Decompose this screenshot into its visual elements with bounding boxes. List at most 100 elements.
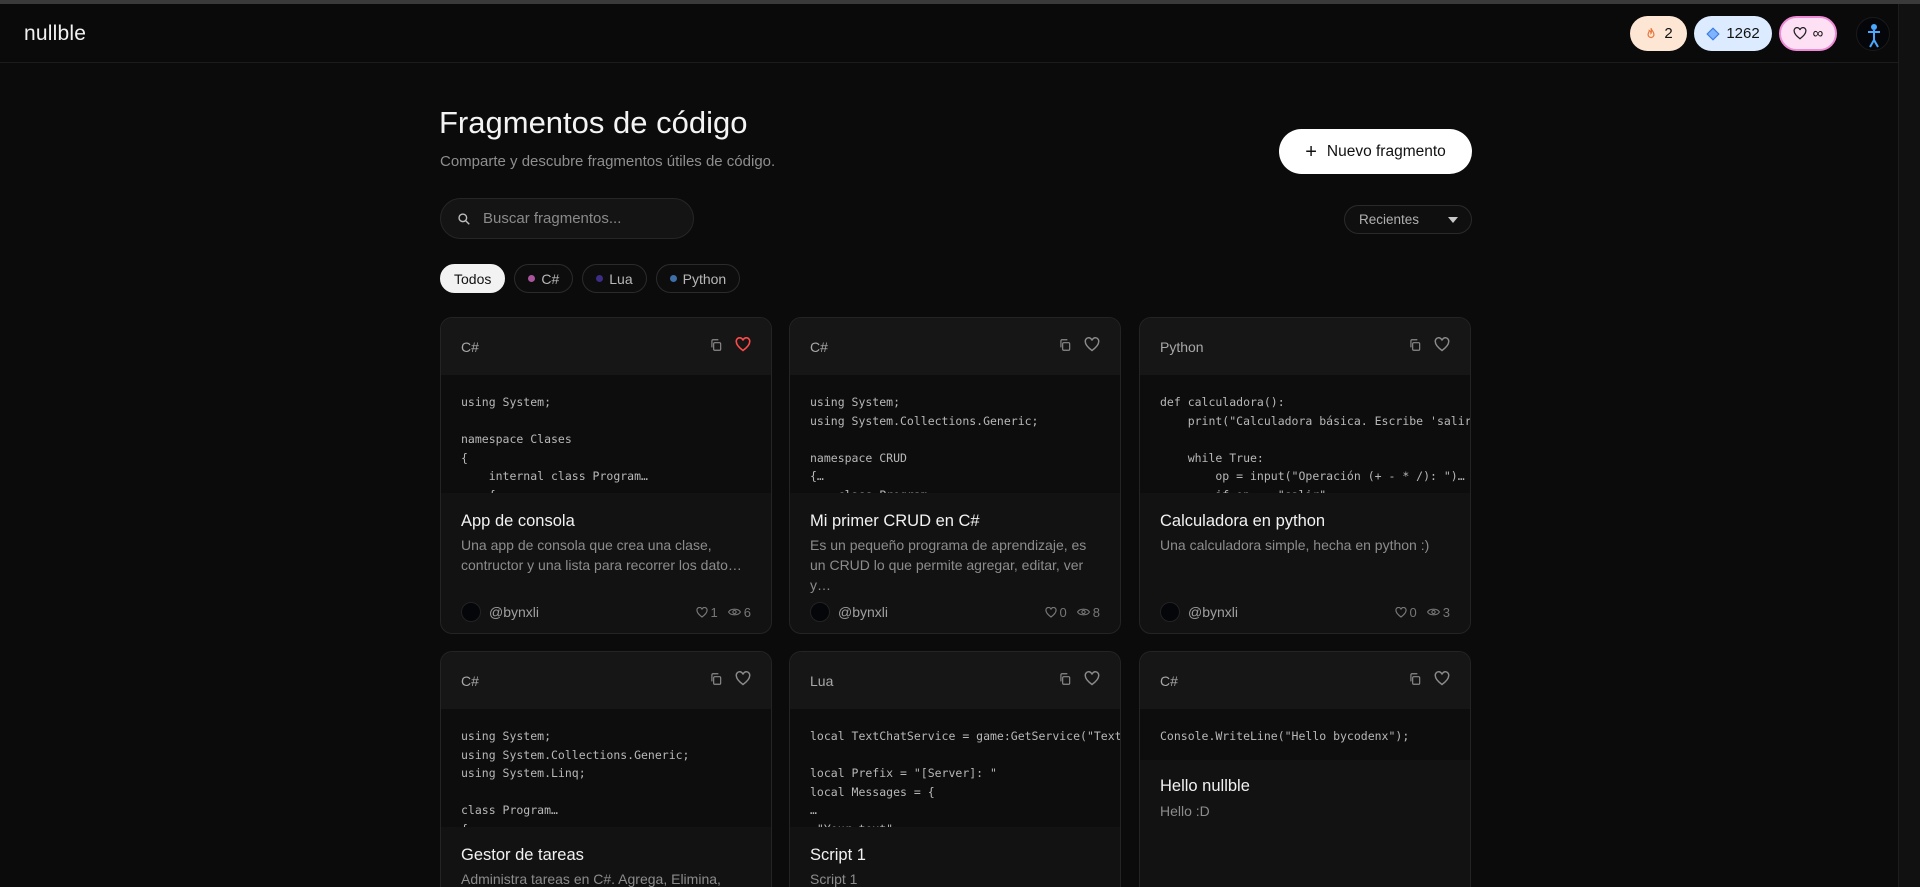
likes-count: 1	[710, 604, 718, 620]
snippet-card[interactable]: Lua local TextChatService = game:GetServ…	[789, 651, 1121, 887]
author-avatar[interactable]	[461, 602, 481, 622]
copy-icon[interactable]	[1058, 338, 1072, 352]
card-language: C#	[810, 338, 828, 355]
likes-count: 0	[1059, 604, 1067, 620]
language-filters: Todos C# Lua Python	[440, 264, 741, 293]
card-language: Python	[1160, 338, 1204, 355]
card-footer: @bynxli 0 3	[1160, 602, 1450, 622]
card-description: Script 1	[810, 871, 858, 887]
copy-icon[interactable]	[709, 338, 723, 352]
like-heart-icon[interactable]	[735, 671, 751, 686]
card-header: C#	[441, 318, 771, 375]
language-dot-icon	[528, 275, 536, 282]
search-input[interactable]	[483, 210, 673, 227]
new-snippet-button[interactable]: + Nuevo fragmento	[1279, 129, 1472, 174]
card-description: Una calculadora simple, hecha en python …	[1160, 537, 1430, 553]
views-count: 6	[743, 604, 751, 620]
user-avatar[interactable]	[1856, 17, 1890, 51]
heart-outline-icon	[695, 606, 708, 618]
app-logo[interactable]: nullble	[24, 22, 86, 46]
language-dot-icon	[596, 275, 604, 282]
card-description: Administra tareas en C#. Agrega, Elimina…	[461, 871, 721, 887]
like-heart-icon[interactable]	[1084, 671, 1100, 686]
heart-outline-icon	[1044, 606, 1057, 618]
hearts-badge[interactable]: ∞	[1779, 16, 1837, 51]
filter-label: Todos	[454, 270, 492, 287]
gems-badge[interactable]: 1262	[1694, 16, 1772, 51]
author-avatar[interactable]	[810, 602, 830, 622]
eye-icon	[1076, 608, 1090, 616]
page-subtitle: Comparte y descubre fragmentos útiles de…	[440, 153, 776, 170]
card-header: C#	[790, 318, 1120, 375]
copy-icon[interactable]	[1408, 672, 1422, 686]
streak-count: 2	[1664, 25, 1673, 42]
copy-icon[interactable]	[1058, 672, 1072, 686]
like-heart-icon[interactable]	[1434, 671, 1450, 686]
gems-count: 1262	[1726, 25, 1760, 42]
card-title: Mi primer CRUD en C#	[810, 512, 980, 530]
filter-python[interactable]: Python	[655, 264, 741, 293]
card-language: C#	[1160, 672, 1178, 689]
language-dot-icon	[669, 275, 677, 282]
author-handle[interactable]: @bynxli	[838, 604, 888, 620]
search-icon	[458, 212, 470, 225]
author-handle[interactable]: @bynxli	[1188, 604, 1238, 620]
filter-label: Lua	[609, 270, 633, 287]
code-preview: using System; using System.Collections.G…	[441, 709, 771, 827]
search-box[interactable]	[440, 198, 694, 239]
author-avatar[interactable]	[1160, 602, 1180, 622]
card-title: Calculadora en python	[1160, 512, 1326, 530]
top-navbar: nullble 2 1262 ∞	[0, 4, 1898, 63]
views-count: 8	[1092, 604, 1100, 620]
card-header: Python	[1140, 318, 1470, 375]
hearts-count: ∞	[1812, 25, 1824, 42]
filter-label: C#	[541, 270, 560, 287]
page-scrollbar[interactable]	[1898, 4, 1920, 887]
filter-lua[interactable]: Lua	[582, 264, 647, 293]
code-preview: local TextChatService = game:GetService(…	[790, 709, 1120, 827]
card-title: Gestor de tareas	[461, 846, 584, 864]
code-preview: using System; using System.Collections.G…	[790, 375, 1120, 493]
eye-icon	[727, 608, 741, 616]
heart-icon	[1793, 27, 1807, 40]
sort-selected: Recientes	[1359, 212, 1420, 227]
sort-select[interactable]: Recientes	[1344, 205, 1472, 234]
likes-count: 0	[1409, 604, 1417, 620]
snippet-card[interactable]: Python def calculadora(): print("Calcula…	[1139, 317, 1471, 634]
snippet-card[interactable]: C# using System; using System.Collection…	[440, 651, 772, 887]
snippet-card[interactable]: C# using System; namespace Clases { inte…	[440, 317, 772, 634]
card-language: C#	[461, 672, 479, 689]
streak-badge[interactable]: 2	[1630, 16, 1687, 51]
card-footer: @bynxli 0 8	[810, 602, 1100, 622]
avatar-figure-icon	[1868, 24, 1880, 48]
gem-icon	[1706, 26, 1720, 41]
filter-all[interactable]: Todos	[440, 264, 506, 293]
code-preview: using System; namespace Clases { interna…	[441, 375, 771, 493]
flame-icon	[1647, 27, 1655, 38]
code-preview: Console.WriteLine("Hello bycodenx");	[1140, 709, 1470, 760]
card-header: Lua	[790, 652, 1120, 709]
eye-icon	[1426, 608, 1440, 616]
snippet-card[interactable]: C# Console.WriteLine("Hello bycodenx"); …	[1139, 651, 1471, 887]
card-description: Hello :D	[1160, 803, 1210, 819]
like-heart-icon[interactable]	[1084, 337, 1100, 352]
filter-csharp[interactable]: C#	[514, 264, 574, 293]
snippet-card[interactable]: C# using System; using System.Collection…	[789, 317, 1121, 634]
copy-icon[interactable]	[1408, 338, 1422, 352]
views-count: 3	[1442, 604, 1450, 620]
card-title: App de consola	[461, 512, 575, 530]
plus-icon: +	[1305, 140, 1317, 163]
card-title: Script 1	[810, 846, 866, 864]
copy-icon[interactable]	[709, 672, 723, 686]
author-handle[interactable]: @bynxli	[489, 604, 539, 620]
card-footer: @bynxli 1 6	[461, 602, 751, 622]
heart-outline-icon	[1394, 606, 1407, 618]
page-title: Fragmentos de código	[439, 105, 748, 140]
code-preview: def calculadora(): print("Calculadora bá…	[1140, 375, 1470, 493]
like-heart-icon[interactable]	[1434, 337, 1450, 352]
card-description: Una app de consola que crea una clase, c…	[461, 537, 742, 573]
card-header: C#	[441, 652, 771, 709]
card-language: C#	[461, 338, 479, 355]
card-language: Lua	[810, 672, 834, 689]
like-heart-icon[interactable]	[735, 337, 751, 352]
